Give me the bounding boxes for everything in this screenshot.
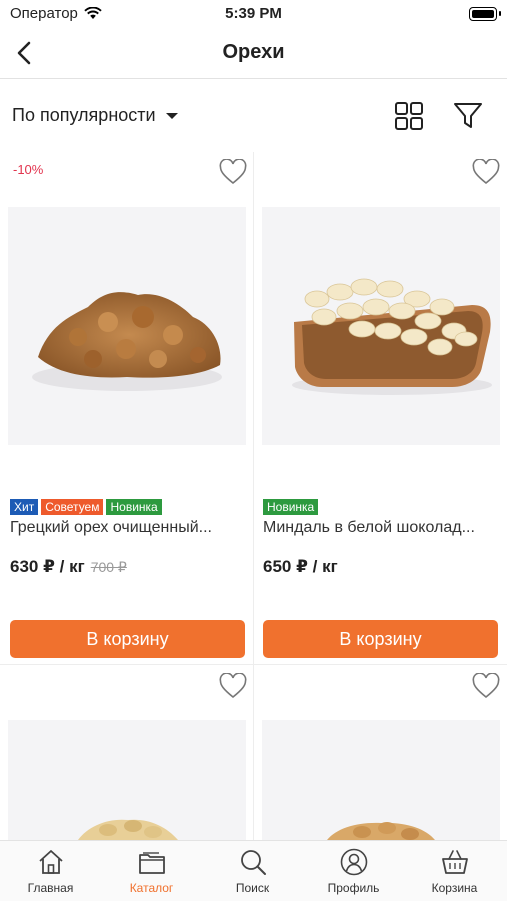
- old-price: 700 ₽: [90, 559, 127, 575]
- walnut-illustration: [32, 292, 222, 391]
- tab-catalog[interactable]: Каталог: [101, 847, 202, 895]
- tab-label: Поиск: [235, 881, 270, 895]
- nut-illustration: [327, 822, 435, 840]
- product-image[interactable]: [8, 720, 246, 840]
- badge-hit: Хит: [10, 499, 39, 515]
- heart-icon[interactable]: [219, 673, 247, 699]
- caret-down-icon: [165, 112, 178, 119]
- badge-recommended: Советуем: [41, 499, 104, 515]
- grid-divider-horizontal: [0, 664, 507, 665]
- tab-bar: Главная Каталог Поиск Профиль Корзина: [0, 840, 507, 901]
- almond-illustration: [292, 278, 492, 395]
- toolbar: По популярности: [0, 92, 507, 140]
- home-icon: [38, 850, 63, 874]
- filter-icon[interactable]: [452, 100, 484, 132]
- heart-icon[interactable]: [219, 159, 247, 185]
- tab-profile[interactable]: Профиль: [303, 847, 404, 895]
- badge-list: Новинка: [263, 499, 319, 515]
- current-price: 630 ₽ / кг: [10, 557, 85, 576]
- cashew-illustration: [78, 819, 178, 840]
- badge-new: Новинка: [263, 499, 319, 515]
- product-image[interactable]: [262, 720, 500, 840]
- tab-home[interactable]: Главная: [0, 847, 101, 895]
- tab-label: Каталог: [129, 881, 174, 895]
- search-icon: [240, 850, 266, 875]
- tab-label: Главная: [27, 881, 74, 895]
- current-price: 650 ₽ / кг: [263, 557, 338, 576]
- grid-view-icon[interactable]: [393, 100, 425, 132]
- product-image[interactable]: [262, 207, 500, 445]
- catalog-icon: [138, 852, 165, 874]
- discount-label: -10%: [13, 162, 44, 177]
- tab-label: Корзина: [431, 881, 478, 895]
- product-price: 650 ₽ / кг: [263, 557, 338, 577]
- basket-icon: [441, 850, 468, 874]
- product-image[interactable]: [8, 207, 246, 445]
- product-price: 630 ₽ / кг 700 ₽: [10, 557, 127, 577]
- heart-icon[interactable]: [472, 673, 500, 699]
- profile-icon: [340, 848, 367, 876]
- badge-new: Новинка: [106, 499, 162, 515]
- add-to-cart-button[interactable]: В корзину: [263, 620, 498, 658]
- badge-list: Хит Советуем Новинка: [10, 499, 162, 515]
- clock: 5:39 PM: [225, 5, 282, 22]
- status-bar: Оператор 5:39 PM: [0, 0, 507, 28]
- tab-label: Профиль: [327, 881, 380, 895]
- product-name[interactable]: Грецкий орех очищенный...: [10, 519, 246, 537]
- tab-search[interactable]: Поиск: [202, 847, 303, 895]
- page-title: Орехи: [222, 41, 285, 63]
- product-name[interactable]: Миндаль в белой шоколад...: [263, 519, 499, 537]
- tab-cart[interactable]: Корзина: [404, 847, 505, 895]
- grid-divider-vertical: [253, 152, 254, 840]
- battery-icon: [469, 7, 501, 21]
- add-to-cart-button[interactable]: В корзину: [10, 620, 245, 658]
- nav-bar: Орехи: [0, 28, 507, 79]
- sort-dropdown[interactable]: По популярности: [12, 105, 178, 126]
- sort-label: По популярности: [12, 105, 156, 125]
- heart-icon[interactable]: [472, 159, 500, 185]
